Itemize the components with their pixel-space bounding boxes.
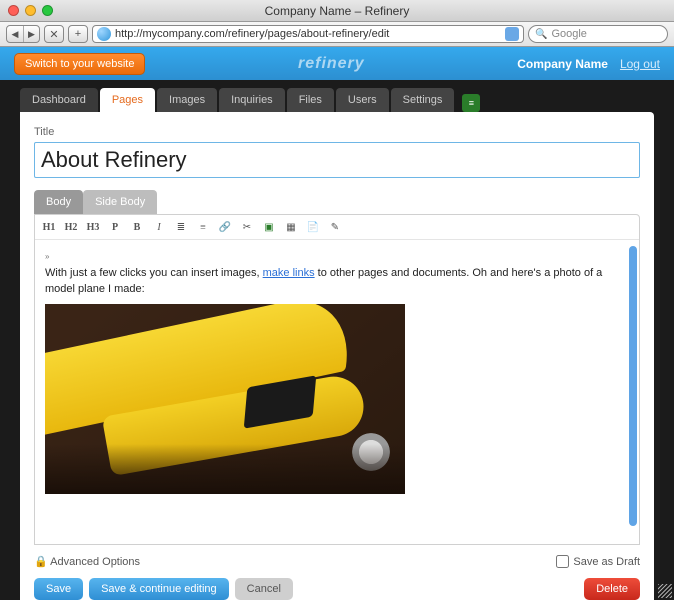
app-header: Switch to your website refinery Company … xyxy=(0,47,674,80)
zoom-window-button[interactable] xyxy=(42,5,53,16)
reload-button[interactable]: ✕ xyxy=(44,25,64,43)
nav-tab-users[interactable]: Users xyxy=(336,88,389,112)
site-favicon xyxy=(97,27,111,41)
back-button[interactable]: ◀ xyxy=(7,26,23,42)
refinery-logo: refinery xyxy=(145,55,517,73)
logout-link[interactable]: Log out xyxy=(620,57,660,71)
nav-tab-files[interactable]: Files xyxy=(287,88,334,112)
editor-toolbar: H1 H2 H3 P B I ≣ ≡ 🔗 ✂ ▣ ▦ 📄 ✎ xyxy=(35,215,639,240)
ul-button[interactable]: ≣ xyxy=(173,219,189,235)
tab-body[interactable]: Body xyxy=(34,190,83,214)
close-window-button[interactable] xyxy=(8,5,19,16)
bold-button[interactable]: B xyxy=(129,219,145,235)
table-button[interactable]: ▦ xyxy=(283,219,299,235)
link-button[interactable]: 🔗 xyxy=(217,219,233,235)
scrollbar-thumb[interactable] xyxy=(629,246,637,526)
editor-content-area[interactable]: » With just a few clicks you can insert … xyxy=(35,240,639,544)
lock-icon: 🔒 xyxy=(34,556,48,568)
window-titlebar: Company Name – Refinery xyxy=(0,0,674,22)
cancel-button[interactable]: Cancel xyxy=(235,578,293,600)
search-placeholder: Google xyxy=(551,28,586,40)
nav-tab-pages[interactable]: Pages xyxy=(100,88,155,112)
tab-side-body[interactable]: Side Body xyxy=(83,190,157,214)
url-text: http://mycompany.com/refinery/pages/abou… xyxy=(115,28,389,40)
nav-tab-settings[interactable]: Settings xyxy=(391,88,455,112)
title-label: Title xyxy=(34,126,640,138)
form-actions: Save Save & continue editing Cancel Dele… xyxy=(34,578,640,600)
html-button[interactable]: ✎ xyxy=(327,219,343,235)
editor-marker: » xyxy=(45,252,49,261)
unlink-button[interactable]: ✂ xyxy=(239,219,255,235)
window-title: Company Name – Refinery xyxy=(0,4,674,18)
page-title-input[interactable] xyxy=(34,142,640,178)
minimize-window-button[interactable] xyxy=(25,5,36,16)
paragraph-button[interactable]: P xyxy=(107,219,123,235)
browser-toolbar: ◀ ▶ ✕ + http://mycompany.com/refinery/pa… xyxy=(0,22,674,47)
switch-to-website-button[interactable]: Switch to your website xyxy=(14,53,145,75)
nav-tab-images[interactable]: Images xyxy=(157,88,217,112)
italic-button[interactable]: I xyxy=(151,219,167,235)
browser-search[interactable]: 🔍 Google xyxy=(528,25,668,43)
rss-icon[interactable] xyxy=(505,27,519,41)
save-as-draft-checkbox[interactable] xyxy=(556,555,569,568)
h3-button[interactable]: H3 xyxy=(85,219,101,235)
h2-button[interactable]: H2 xyxy=(63,219,79,235)
admin-nav: Dashboard Pages Images Inquiries Files U… xyxy=(0,80,674,112)
nav-tab-inquiries[interactable]: Inquiries xyxy=(219,88,285,112)
resize-grip[interactable] xyxy=(658,584,672,598)
wysiwyg-editor: H1 H2 H3 P B I ≣ ≡ 🔗 ✂ ▣ ▦ 📄 ✎ » With ju… xyxy=(34,214,640,545)
company-link[interactable]: Company Name xyxy=(517,57,608,71)
page-background: Dashboard Pages Images Inquiries Files U… xyxy=(0,80,674,600)
forward-button[interactable]: ▶ xyxy=(23,26,39,42)
page-editor-card: Title Body Side Body H1 H2 H3 P B I ≣ ≡ … xyxy=(20,112,654,600)
reorder-icon[interactable]: ≡ xyxy=(462,94,480,112)
model-plane-image[interactable] xyxy=(45,304,405,494)
ol-button[interactable]: ≡ xyxy=(195,219,211,235)
delete-button[interactable]: Delete xyxy=(584,578,640,600)
add-bookmark-button[interactable]: + xyxy=(68,25,88,43)
editor-text-part1: With just a few clicks you can insert im… xyxy=(45,267,263,279)
nav-tab-dashboard[interactable]: Dashboard xyxy=(20,88,98,112)
search-icon: 🔍 xyxy=(535,29,547,40)
body-part-tabs: Body Side Body xyxy=(34,190,640,214)
advanced-row: 🔒 Advanced Options Save as Draft xyxy=(34,555,640,568)
address-bar[interactable]: http://mycompany.com/refinery/pages/abou… xyxy=(92,25,524,43)
h1-button[interactable]: H1 xyxy=(41,219,57,235)
image-button[interactable]: ▣ xyxy=(261,219,277,235)
save-button[interactable]: Save xyxy=(34,578,83,600)
file-button[interactable]: 📄 xyxy=(305,219,321,235)
save-continue-button[interactable]: Save & continue editing xyxy=(89,578,229,600)
save-as-draft-label[interactable]: Save as Draft xyxy=(556,555,640,568)
editor-sample-link[interactable]: make links xyxy=(263,267,315,279)
traffic-lights xyxy=(8,5,53,16)
nav-back-forward: ◀ ▶ xyxy=(6,25,40,43)
advanced-options-toggle[interactable]: 🔒 Advanced Options xyxy=(34,555,140,568)
